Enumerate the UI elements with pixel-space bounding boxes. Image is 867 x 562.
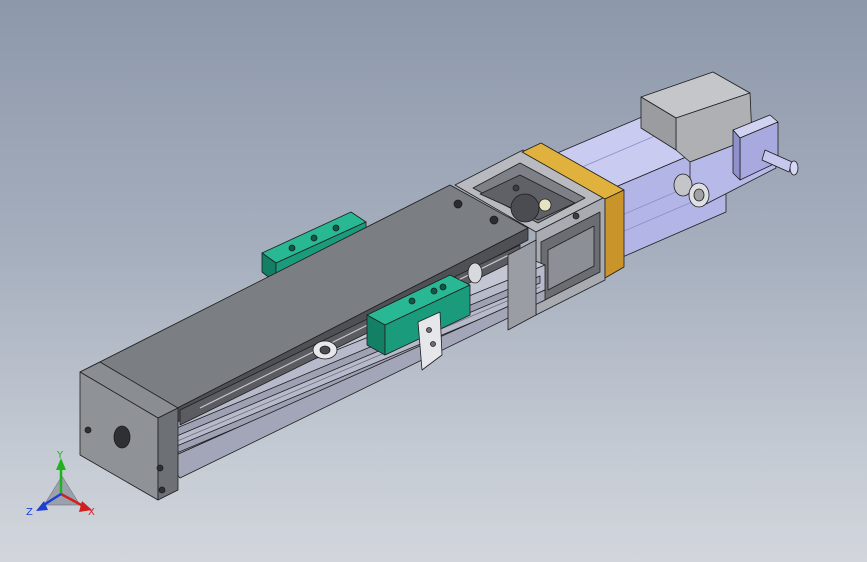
x-axis-label: X [88, 507, 95, 518]
y-axis-label: Y [56, 450, 64, 461]
coupling-support[interactable] [507, 239, 537, 331]
model-canvas[interactable]: Y X Z [0, 0, 867, 562]
linear-actuator-model[interactable] [79, 71, 799, 501]
z-axis-label: Z [26, 507, 33, 518]
coordinate-triad: Y X Z [26, 450, 95, 518]
cad-viewport[interactable]: Y X Z [0, 0, 867, 562]
sensor-bracket[interactable] [417, 311, 443, 371]
